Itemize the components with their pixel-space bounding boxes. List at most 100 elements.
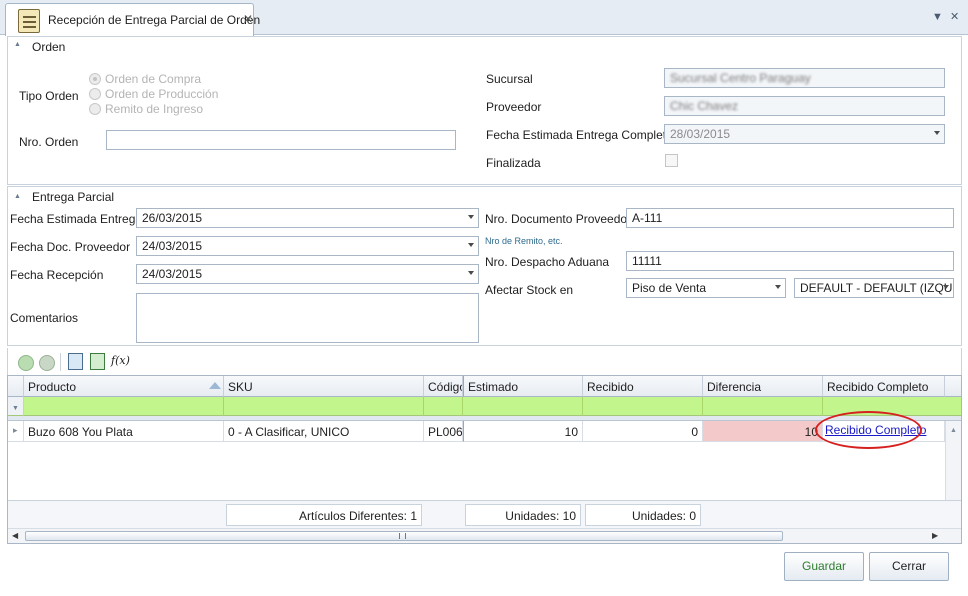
formula-icon[interactable]: f(x) xyxy=(111,354,130,367)
summary-articulos: Artículos Diferentes: 1 xyxy=(226,504,422,526)
cerrar-button[interactable]: Cerrar xyxy=(869,552,949,581)
toolbar-divider xyxy=(60,353,61,371)
fecha-estimada-label: Fecha Estimada Entrega xyxy=(10,212,143,226)
dropdown-arrow-icon xyxy=(468,271,474,275)
fecha-estimada-dropdown[interactable]: 26/03/2015 xyxy=(136,208,479,228)
fecha-doc-dropdown[interactable]: 24/03/2015 xyxy=(136,236,479,256)
fecha-recepcion-label: Fecha Recepción xyxy=(10,268,104,282)
collapse-icon[interactable]: ▲ xyxy=(14,41,21,48)
clipboard-icon xyxy=(18,9,40,33)
nro-despacho-label: Nro. Despacho Aduana xyxy=(485,255,610,269)
dropdown-arrow-icon xyxy=(934,131,940,135)
proveedor-value: Chic Chavez xyxy=(670,99,739,113)
highlight-circle xyxy=(815,411,922,449)
nro-orden-label: Nro. Orden xyxy=(19,135,79,149)
column-header-sku[interactable]: SKU xyxy=(224,376,424,397)
column-header-recibido[interactable]: Recibido xyxy=(583,376,703,397)
row-indicator[interactable]: ▸ xyxy=(8,421,24,442)
row-indicator-header xyxy=(8,376,24,397)
grid-toolbar: f(x) xyxy=(7,348,962,375)
nro-doc-hint: Nro de Remito, etc. xyxy=(485,236,563,246)
filter-cell-codigo[interactable] xyxy=(424,397,463,416)
products-grid: Producto SKU Código Estimado Recibido Di… xyxy=(7,375,962,544)
orden-panel: ▲ Orden Tipo Orden Orden de Compra Orden… xyxy=(7,36,962,185)
radio-label-remito: Remito de Ingreso xyxy=(105,102,204,116)
column-header-diferencia[interactable]: Diferencia xyxy=(703,376,823,397)
fecha-doc-value: 24/03/2015 xyxy=(142,239,203,253)
filter-cell-diferencia[interactable] xyxy=(703,397,823,416)
afectar-stock-value: Piso de Venta xyxy=(632,281,707,295)
radio-remito-ingreso[interactable] xyxy=(89,103,101,115)
tab-bar: Recepción de Entrega Parcial de Orden ✕ … xyxy=(0,0,968,36)
filter-cell-producto[interactable] xyxy=(24,397,224,416)
scroll-right-icon[interactable]: ▶ xyxy=(932,531,938,540)
finalizada-checkbox[interactable] xyxy=(665,154,678,167)
column-header-codigo[interactable]: Código xyxy=(424,376,463,397)
radio-label-produccion: Orden de Producción xyxy=(105,87,219,101)
dropdown-arrow-icon xyxy=(468,243,474,247)
scroll-up-icon[interactable]: ▲ xyxy=(950,427,957,434)
scroll-left-icon[interactable]: ◀ xyxy=(12,531,18,540)
cell-producto[interactable]: Buzo 608 You Plata xyxy=(24,421,224,442)
horizontal-scrollbar[interactable]: ◀ ▶ xyxy=(8,528,961,543)
filter-cell-sku[interactable] xyxy=(224,397,424,416)
add-row-icon[interactable] xyxy=(18,355,34,371)
sucursal-label: Sucursal xyxy=(486,72,533,86)
section-title-entrega: Entrega Parcial xyxy=(32,190,115,204)
afectar-stock-label: Afectar Stock en xyxy=(485,283,574,297)
radio-orden-compra[interactable] xyxy=(89,73,101,85)
filter-icon: ▼ xyxy=(12,405,19,412)
ubicacion-value: DEFAULT - DEFAULT (IZQUI xyxy=(800,281,954,295)
ubicacion-dropdown[interactable]: DEFAULT - DEFAULT (IZQUI xyxy=(794,278,954,298)
nro-doc-input[interactable]: A-111 xyxy=(626,208,954,228)
remove-row-icon[interactable] xyxy=(39,355,55,371)
nro-despacho-input[interactable]: 11111 xyxy=(626,251,954,271)
chevron-down-icon[interactable]: ▼ xyxy=(932,11,943,23)
cell-sku[interactable]: 0 - A Clasificar, UNICO xyxy=(224,421,424,442)
column-header-label: Producto xyxy=(28,380,77,394)
filter-cell-recibido[interactable] xyxy=(583,397,703,416)
sort-ascending-icon xyxy=(209,382,221,389)
column-header-producto[interactable]: Producto xyxy=(24,376,224,397)
comentarios-label: Comentarios xyxy=(10,311,79,325)
export-excel-icon[interactable] xyxy=(90,353,105,370)
cell-estimado[interactable]: 10 xyxy=(463,421,583,442)
cell-recibido[interactable]: 0 xyxy=(583,421,703,442)
tab-title: Recepción de Entrega Parcial de Orden xyxy=(48,13,261,27)
summary-unidades-estimado: Unidades: 10 xyxy=(465,504,581,526)
dropdown-arrow-icon xyxy=(468,215,474,219)
fecha-recepcion-dropdown[interactable]: 24/03/2015 xyxy=(136,264,479,284)
radio-label-compra: Orden de Compra xyxy=(105,72,202,86)
collapse-icon[interactable]: ▲ xyxy=(14,193,21,200)
scroll-thumb[interactable] xyxy=(25,531,783,541)
comentarios-textarea[interactable] xyxy=(136,293,479,343)
cell-diferencia[interactable]: 10 xyxy=(703,421,823,442)
header-filler xyxy=(945,376,961,397)
afectar-stock-dropdown[interactable]: Piso de Venta xyxy=(626,278,786,298)
dropdown-arrow-icon xyxy=(943,285,949,289)
sucursal-field: Sucursal Centro Paraguay xyxy=(664,68,945,88)
vertical-scrollbar[interactable]: ▲ xyxy=(945,421,961,501)
section-title-orden: Orden xyxy=(32,40,66,54)
tab-recepcion[interactable]: Recepción de Entrega Parcial de Orden ✕ xyxy=(5,3,260,36)
nro-orden-input[interactable] xyxy=(106,130,456,150)
fecha-completa-value: 28/03/2015 xyxy=(670,127,731,141)
column-header-estimado[interactable]: Estimado xyxy=(463,376,583,397)
filter-cell-estimado[interactable] xyxy=(463,397,583,416)
search-document-icon[interactable] xyxy=(68,353,83,370)
radio-orden-produccion[interactable] xyxy=(89,88,101,100)
fecha-completa-dropdown[interactable]: 28/03/2015 xyxy=(664,124,945,144)
summary-unidades-recibido: Unidades: 0 xyxy=(585,504,701,526)
scroll-grip-icon xyxy=(399,533,406,539)
filter-row-indicator: ▼ xyxy=(8,397,24,416)
guardar-button[interactable]: Guardar xyxy=(784,552,864,581)
tipo-orden-label: Tipo Orden xyxy=(19,89,79,103)
fecha-recepcion-value: 24/03/2015 xyxy=(142,267,203,281)
dropdown-arrow-icon xyxy=(775,285,781,289)
cell-codigo[interactable]: PL0060 xyxy=(424,421,463,442)
close-icon[interactable]: ✕ xyxy=(243,12,253,26)
column-header-recibido-completo[interactable]: Recibido Completo xyxy=(823,376,945,397)
sucursal-value: Sucursal Centro Paraguay xyxy=(670,71,811,85)
window-close-icon[interactable]: ✕ xyxy=(950,10,959,23)
fecha-doc-label: Fecha Doc. Proveedor xyxy=(10,240,131,254)
